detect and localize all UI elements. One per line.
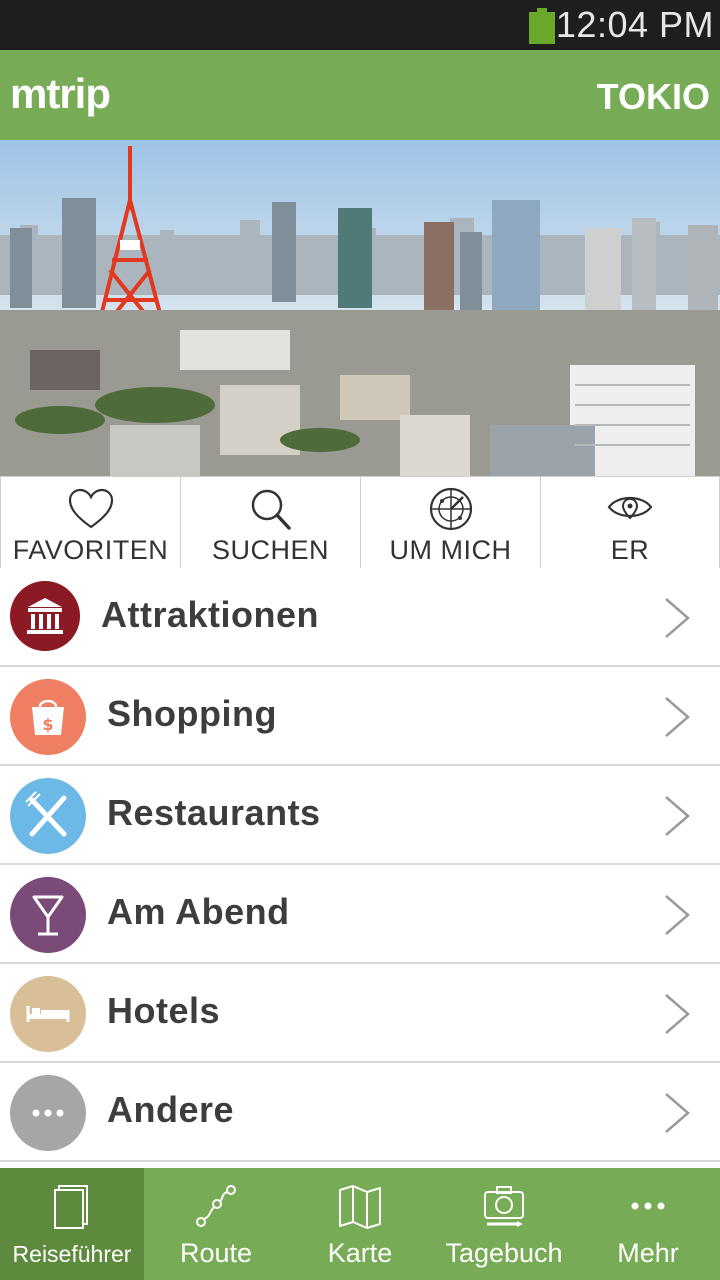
cocktail-icon	[10, 877, 86, 953]
tab-label: Tagebuch	[445, 1238, 563, 1268]
cutlery-icon	[10, 778, 86, 854]
tab-label: Reiseführer	[12, 1241, 132, 1267]
more-dots-icon	[631, 1202, 665, 1210]
svg-text:$: $	[42, 715, 53, 734]
chevron-right-icon	[665, 598, 690, 638]
category-restaurants[interactable]: Restaurants	[0, 766, 720, 865]
search-button[interactable]: SUCHEN	[180, 476, 360, 568]
museum-icon	[10, 581, 80, 651]
radar-icon	[429, 487, 472, 531]
around-me-label: UM MICH	[389, 535, 512, 565]
category-hotels[interactable]: Hotels	[0, 964, 720, 1063]
favorites-label: FAVORITEN	[12, 535, 169, 565]
explore-button[interactable]: ER	[540, 476, 720, 568]
category-other[interactable]: Andere	[0, 1063, 720, 1162]
more-icon	[10, 1075, 86, 1151]
explore-label: ER	[610, 535, 650, 565]
tab-guide[interactable]: Reiseführer	[0, 1168, 144, 1280]
category-list: Attraktionen $ Shopping Restaurants Am A…	[0, 568, 720, 1162]
battery-icon	[529, 8, 555, 44]
tab-diary[interactable]: Tagebuch	[432, 1168, 576, 1280]
app-header: mtrip TOKIO	[0, 50, 720, 140]
guide-book-icon	[54, 1185, 88, 1229]
category-label: Shopping	[107, 693, 277, 734]
bottom-tab-bar: Reiseführer Route Karte Tagebuch Mehr	[0, 1168, 720, 1280]
tab-label: Karte	[327, 1238, 393, 1268]
search-label: SUCHEN	[211, 535, 329, 565]
category-label: Andere	[107, 1089, 235, 1130]
favorites-button[interactable]: FAVORITEN	[0, 476, 180, 568]
category-label: Am Abend	[107, 891, 290, 932]
category-attractions[interactable]: Attraktionen	[0, 568, 720, 667]
category-label: Hotels	[107, 990, 221, 1031]
tab-more[interactable]: Mehr	[576, 1168, 720, 1280]
tab-label: Route	[179, 1238, 253, 1268]
category-evening[interactable]: Am Abend	[0, 865, 720, 964]
hero-city-image	[0, 140, 720, 476]
city-selector[interactable]: TOKIO	[597, 76, 710, 118]
app-logo: mtrip	[10, 70, 111, 117]
chevron-right-icon	[665, 697, 690, 737]
status-bar: 12:04 PM	[0, 0, 720, 50]
category-shopping[interactable]: $ Shopping	[0, 667, 720, 766]
route-icon	[196, 1185, 236, 1227]
eye-icon	[607, 496, 653, 520]
around-me-button[interactable]: UM MICH	[360, 476, 540, 568]
map-icon	[339, 1185, 381, 1229]
chevron-right-icon	[665, 895, 690, 935]
status-time: 12:04 PM	[555, 4, 714, 45]
tab-map[interactable]: Karte	[288, 1168, 432, 1280]
shopping-bag-icon: $	[10, 679, 86, 755]
chevron-right-icon	[665, 1093, 690, 1133]
quick-actions-bar: FAVORITEN SUCHEN UM MICH ER	[0, 476, 720, 568]
category-label: Attraktionen	[101, 594, 320, 635]
heart-icon	[68, 488, 113, 529]
chevron-right-icon	[665, 994, 690, 1034]
tab-label: Mehr	[617, 1238, 679, 1268]
tab-route[interactable]: Route	[144, 1168, 288, 1280]
bed-icon	[10, 976, 86, 1052]
category-label: Restaurants	[107, 792, 321, 833]
search-icon	[251, 489, 291, 530]
camera-icon	[484, 1186, 524, 1227]
chevron-right-icon	[665, 796, 690, 836]
